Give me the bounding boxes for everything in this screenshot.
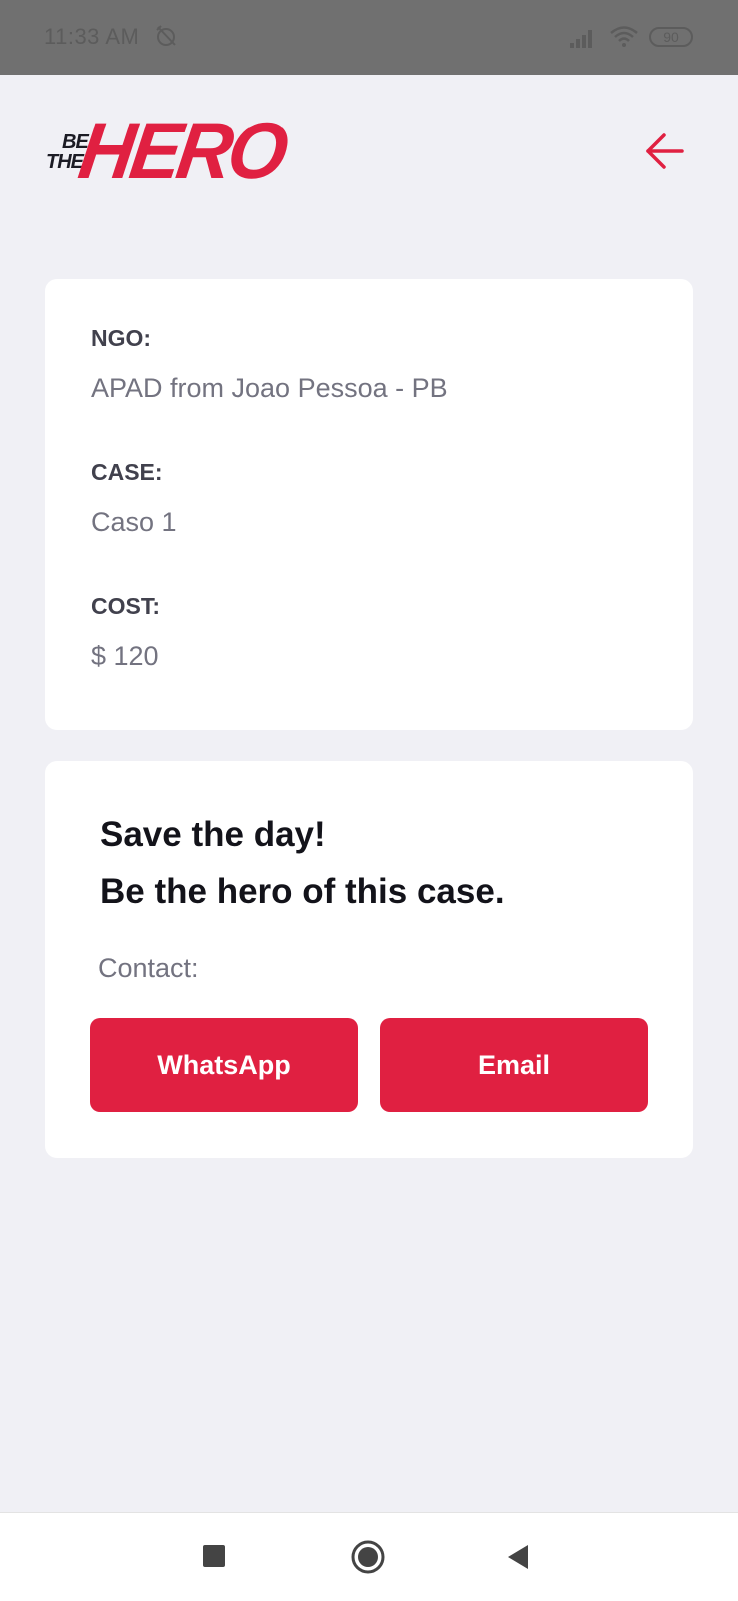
contact-card: Save the day! Be the hero of this case. … bbox=[45, 761, 693, 1158]
contact-title-line1: Save the day! bbox=[100, 815, 326, 854]
case-value: Caso 1 bbox=[91, 507, 177, 537]
alarm-off-icon bbox=[156, 25, 176, 46]
case-label: CASE: bbox=[91, 459, 163, 485]
incident-card: NGO: APAD from Joao Pessoa - PB CASE: Ca… bbox=[45, 279, 693, 730]
logo-line-hero: HERO bbox=[73, 106, 290, 197]
ngo-label: NGO: bbox=[91, 325, 152, 351]
wifi-icon bbox=[610, 26, 638, 47]
cost-label: COST: bbox=[91, 593, 160, 619]
status-bar: 11:33 AM 90 bbox=[0, 0, 738, 75]
battery-indicator: 90 bbox=[649, 27, 693, 47]
status-time: 11:33 AM bbox=[44, 24, 140, 49]
signal-icon bbox=[570, 30, 592, 48]
arrow-left-icon[interactable] bbox=[644, 130, 686, 172]
contact-label: Contact: bbox=[98, 953, 199, 983]
ngo-value: APAD from Joao Pessoa - PB bbox=[91, 373, 448, 403]
home-circle-icon[interactable] bbox=[350, 1539, 386, 1575]
cost-value: $ 120 bbox=[91, 641, 159, 671]
contact-title-line2: Be the hero of this case. bbox=[100, 872, 505, 911]
whatsapp-button[interactable]: WhatsApp bbox=[90, 1018, 358, 1112]
email-button[interactable]: Email bbox=[380, 1018, 648, 1112]
system-nav-bar bbox=[0, 1512, 738, 1601]
be-the-hero-logo: BE THE HERO bbox=[44, 107, 290, 196]
back-triangle-icon[interactable] bbox=[506, 1543, 530, 1571]
recents-square-icon[interactable] bbox=[202, 1544, 226, 1568]
